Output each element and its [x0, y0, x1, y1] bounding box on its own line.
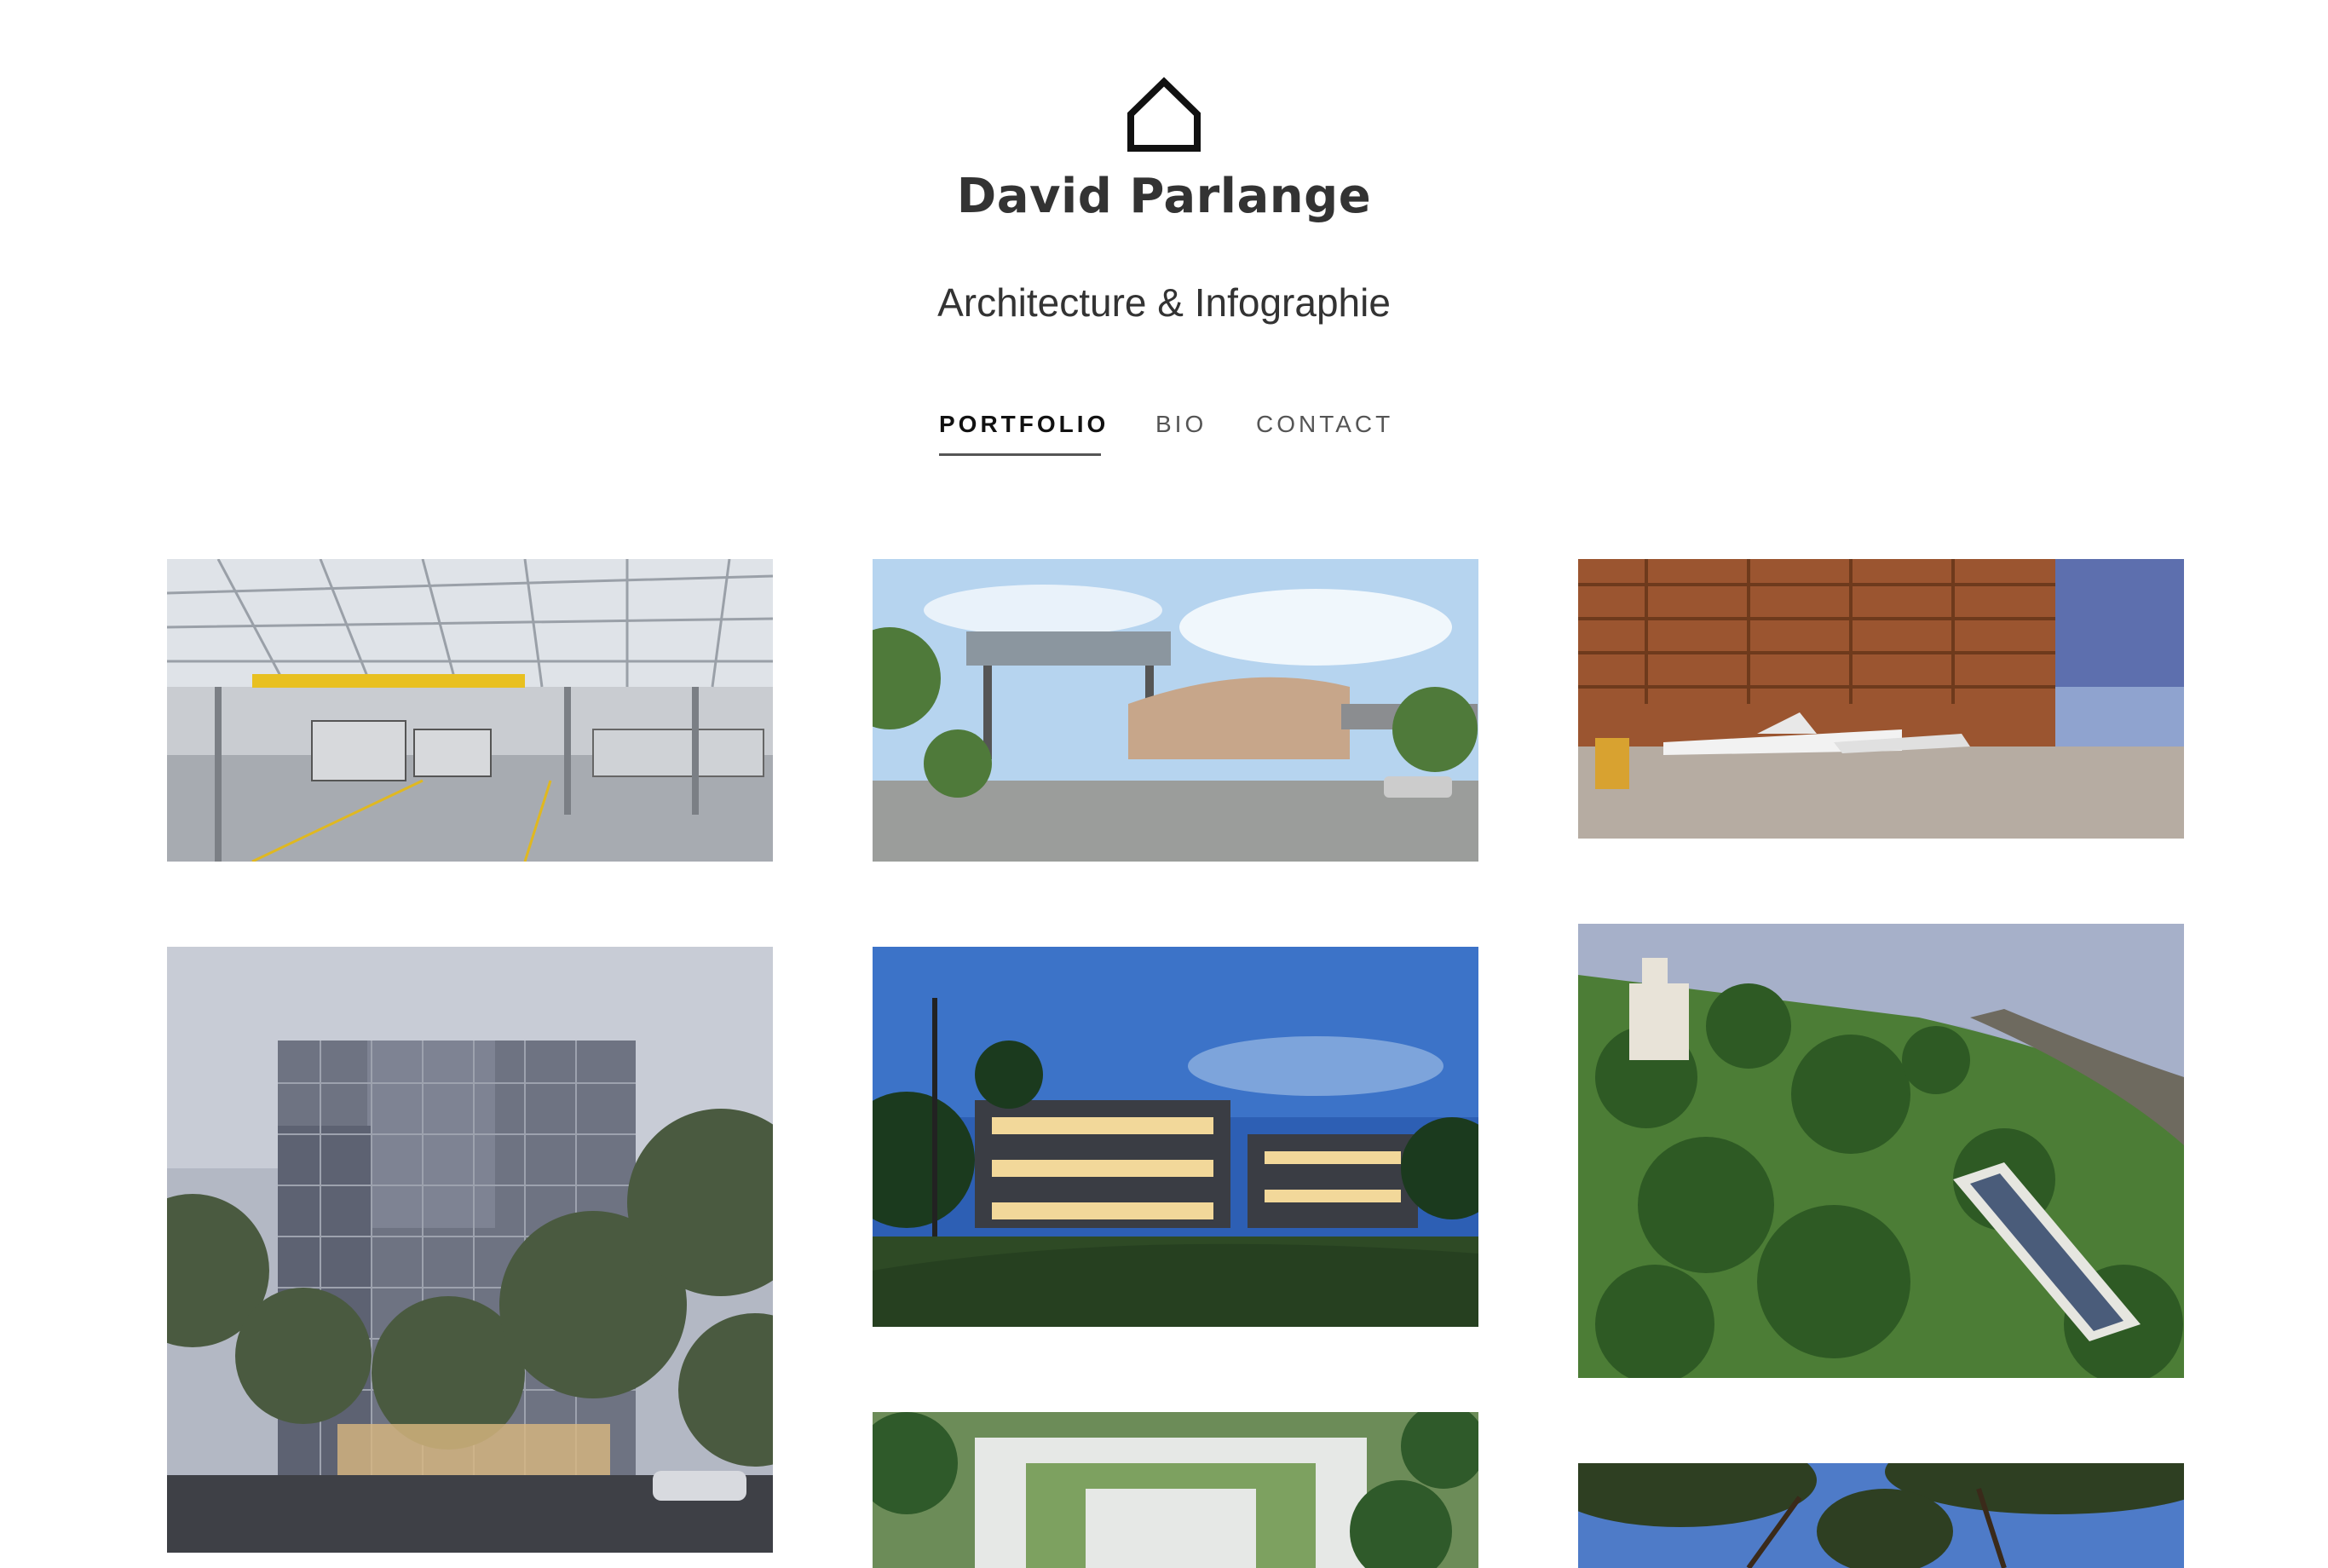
pine-trees-image [1578, 1463, 2184, 1568]
portfolio-tile-seaside-villa[interactable] [1578, 924, 2184, 1378]
night-office-image [873, 947, 1478, 1327]
solar-canopy-image [873, 559, 1478, 862]
nav-bio[interactable]: BIO [1155, 411, 1207, 438]
site-tagline: Architecture & Infographie [937, 280, 1391, 325]
tram-depot-image [167, 559, 773, 862]
portfolio-tile-solar-canopy[interactable] [873, 559, 1478, 862]
portfolio-tile-night-office[interactable] [873, 947, 1478, 1327]
site-title[interactable]: David Parlange [0, 169, 2328, 224]
portfolio-tile-glass-office[interactable] [167, 947, 773, 1553]
nav-portfolio[interactable]: PORTFOLIO [939, 411, 1109, 438]
green-roof-image [873, 1412, 1478, 1568]
portfolio-tile-tram-depot[interactable] [167, 559, 773, 862]
nav-contact[interactable]: CONTACT [1256, 411, 1393, 438]
glass-office-image [167, 947, 773, 1553]
portfolio-tile-green-roof[interactable] [873, 1412, 1478, 1568]
portfolio-tile-pine-trees[interactable] [1578, 1463, 2184, 1568]
portfolio-tile-hangar[interactable] [1578, 559, 2184, 839]
hangar-image [1578, 559, 2184, 839]
seaside-villa-image [1578, 924, 2184, 1378]
nav-active-underline [939, 453, 1101, 456]
house-logo-icon[interactable] [1126, 75, 1202, 153]
